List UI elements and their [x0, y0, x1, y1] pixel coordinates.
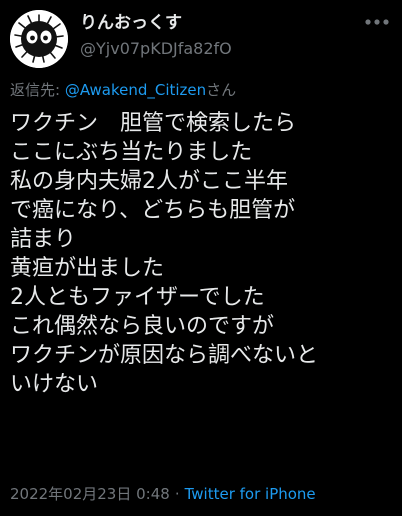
tweet-line: 私の身内夫婦2人がここ半年	[10, 169, 288, 194]
tweet-line: これ偶然なら良いのですが	[10, 314, 275, 339]
tweet-line: ワクチン 胆管で検索したら	[10, 111, 297, 136]
tweet-line: いけない	[10, 372, 99, 397]
more-options-icon	[365, 19, 389, 25]
more-options-button[interactable]	[364, 12, 390, 32]
tweet-line: で癌になり、どちらも胆管が	[10, 198, 296, 223]
reply-suffix: さん	[206, 81, 237, 99]
reply-prefix: 返信先:	[10, 81, 65, 99]
reply-mention-link[interactable]: @Awakend_Citizen	[65, 81, 206, 99]
tweet-meta: 2022年02月23日 0:48 · Twitter for iPhone	[10, 484, 316, 504]
tweet-line: 詰まり	[10, 227, 77, 252]
meta-separator: ·	[174, 485, 180, 503]
user-handle[interactable]: @Yjv07pKDJfa82fO	[80, 38, 232, 60]
user-names: りんおっくす @Yjv07pKDJfa82fO	[80, 12, 232, 60]
avatar[interactable]	[10, 10, 68, 68]
soot-sprite-icon	[10, 10, 68, 68]
tweet-line: 2人ともファイザーでした	[10, 285, 265, 310]
tweet-line: ワクチンが原因なら調べないと	[10, 343, 319, 368]
tweet-card: りんおっくす @Yjv07pKDJfa82fO 返信先: @Awakend_Ci…	[0, 0, 402, 516]
tweet-timestamp[interactable]: 2022年02月23日 0:48	[10, 485, 170, 503]
reply-context: 返信先: @Awakend_Citizenさん	[10, 80, 236, 100]
display-name[interactable]: りんおっくす	[80, 12, 232, 34]
tweet-source-link[interactable]: Twitter for iPhone	[185, 485, 316, 503]
tweet-line: ここにぶち当たりました	[10, 140, 253, 165]
tweet-text: ワクチン 胆管で検索したら ここにぶち当たりました 私の身内夫婦2人がここ半年 …	[10, 109, 395, 399]
tweet-line: 黄疸が出ました	[10, 256, 165, 281]
